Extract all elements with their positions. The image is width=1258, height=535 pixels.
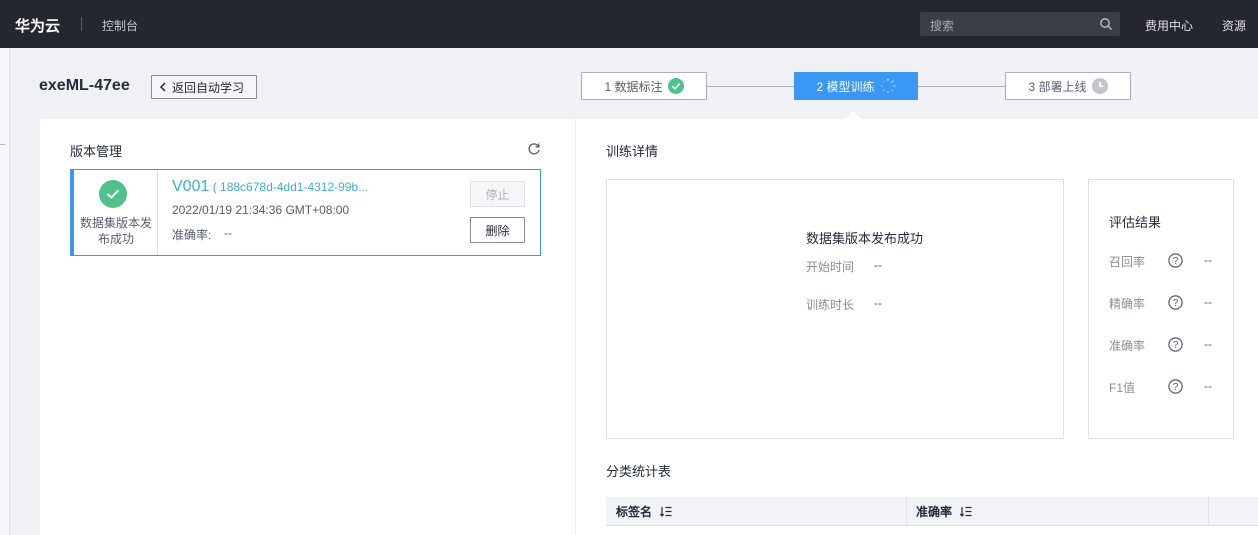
metric-label: 准确率 <box>1109 339 1146 353</box>
step-data-labeling[interactable]: 1 数据标注 <box>581 72 707 100</box>
version-accuracy-value: -- <box>224 226 232 240</box>
column-header-label-name[interactable]: 标签名 <box>616 497 672 526</box>
top-navigation-bar: 华为云 控制台 搜索 费用中心 资源 <box>0 0 1258 48</box>
svg-text:?: ? <box>1173 340 1179 351</box>
metric-label: 精确率 <box>1109 297 1146 311</box>
console-link[interactable]: 控制台 <box>102 17 138 34</box>
training-status: 数据集版本发布成功 <box>806 231 924 246</box>
classification-stats-title: 分类统计表 <box>606 464 672 479</box>
left-collapsed-sidebar[interactable] <box>0 48 10 535</box>
metric-label: F1值 <box>1109 381 1136 395</box>
active-step-pointer <box>845 111 861 119</box>
metric-value: -- <box>1204 295 1212 309</box>
back-to-automl-button[interactable]: 返回自动学习 <box>151 75 257 99</box>
step-label: 2 模型训练 <box>816 79 875 94</box>
metric-value: -- <box>1204 253 1212 267</box>
metric-f1: F1值 ? -- <box>1109 379 1235 395</box>
version-label: V001 <box>172 178 210 195</box>
search-icon[interactable] <box>1099 17 1113 31</box>
metric-value: -- <box>1204 337 1212 351</box>
column-header-text: 准确率 <box>916 505 953 519</box>
help-icon[interactable]: ? <box>1168 295 1183 310</box>
column-header-accuracy[interactable]: 准确率 <box>916 497 972 526</box>
svg-text:?: ? <box>1173 256 1179 267</box>
resources-link[interactable]: 资源 <box>1222 17 1246 34</box>
step-connector <box>918 86 1005 87</box>
version-accuracy-label: 准确率: <box>172 228 212 242</box>
svg-text:?: ? <box>1173 382 1179 393</box>
help-icon[interactable]: ? <box>1168 337 1183 352</box>
back-button-label: 返回自动学习 <box>172 80 245 95</box>
version-name[interactable]: V001 ( 188c678d-4dd1-4312-99b... <box>172 178 368 196</box>
step-deploy[interactable]: 3 部署上线 <box>1005 72 1131 100</box>
step-label: 3 部署上线 <box>1028 79 1087 94</box>
start-time-label: 开始时间 <box>806 260 855 274</box>
metric-precision: 精确率 ? -- <box>1109 295 1235 311</box>
sidebar-marker <box>0 144 5 145</box>
loading-spinner-icon <box>880 78 895 94</box>
training-duration-value: -- <box>874 296 882 310</box>
column-divider <box>906 497 907 526</box>
metric-accuracy: 准确率 ? -- <box>1109 337 1235 353</box>
version-card[interactable]: 数据集版本发布成功 V001 ( 188c678d-4dd1-4312-99b.… <box>70 169 541 256</box>
metric-value: -- <box>1204 379 1212 393</box>
refresh-icon[interactable] <box>527 142 541 156</box>
help-icon[interactable]: ? <box>1168 253 1183 268</box>
version-management-title: 版本管理 <box>70 144 123 159</box>
check-circle-icon <box>667 78 684 94</box>
classification-stats-table-header: 标签名 准确率 <box>606 497 1258 526</box>
metric-label: 召回率 <box>1109 255 1146 269</box>
chevron-left-icon <box>159 82 166 92</box>
sort-icon[interactable] <box>660 506 672 517</box>
start-time-row: 开始时间 -- <box>806 258 882 275</box>
column-header-text: 标签名 <box>616 505 653 519</box>
training-duration-row: 训练时长 -- <box>806 296 882 313</box>
svg-text:?: ? <box>1173 298 1179 309</box>
version-id: ( 188c678d-4dd1-4312-99b... <box>209 180 369 194</box>
fee-center-link[interactable]: 费用中心 <box>1145 17 1193 34</box>
version-status-text: 数据集版本发布成功 <box>79 216 152 246</box>
training-details-title: 训练详情 <box>606 144 659 159</box>
start-time-value: -- <box>874 258 882 272</box>
training-status-box: 数据集版本发布成功 开始时间 -- 训练时长 -- <box>606 179 1064 439</box>
evaluation-title: 评估结果 <box>1109 215 1162 230</box>
training-duration-label: 训练时长 <box>806 298 855 312</box>
version-created-date: 2022/01/19 21:34:36 GMT+08:00 <box>172 203 350 217</box>
version-status-column: 数据集版本发布成功 <box>74 170 158 255</box>
clock-icon <box>1091 78 1108 94</box>
training-details-panel: 训练详情 数据集版本发布成功 开始时间 -- 训练时长 -- 评估结果 召回率 … <box>576 119 1258 535</box>
metric-recall: 召回率 ? -- <box>1109 253 1235 269</box>
success-check-icon <box>99 180 127 208</box>
search-placeholder: 搜索 <box>930 19 955 33</box>
sort-icon[interactable] <box>960 506 972 517</box>
brand-divider <box>81 17 82 31</box>
page-title: exeML-47ee <box>39 77 130 94</box>
stop-button[interactable]: 停止 <box>470 181 525 207</box>
delete-button[interactable]: 删除 <box>470 217 525 243</box>
column-divider <box>1208 497 1209 526</box>
brand-logo[interactable]: 华为云 <box>15 15 60 36</box>
search-input[interactable]: 搜索 <box>920 12 1120 36</box>
help-icon[interactable]: ? <box>1168 379 1183 394</box>
step-model-training[interactable]: 2 模型训练 <box>794 72 918 100</box>
evaluation-results-box: 评估结果 召回率 ? -- 精确率 ? -- 准确率 ? -- F1值 ? -- <box>1088 179 1234 439</box>
step-label: 1 数据标注 <box>604 79 663 94</box>
step-connector <box>707 86 794 87</box>
version-management-panel: 版本管理 数据集版本发布成功 V001 ( 188c678d-4dd1-4312… <box>40 119 575 535</box>
